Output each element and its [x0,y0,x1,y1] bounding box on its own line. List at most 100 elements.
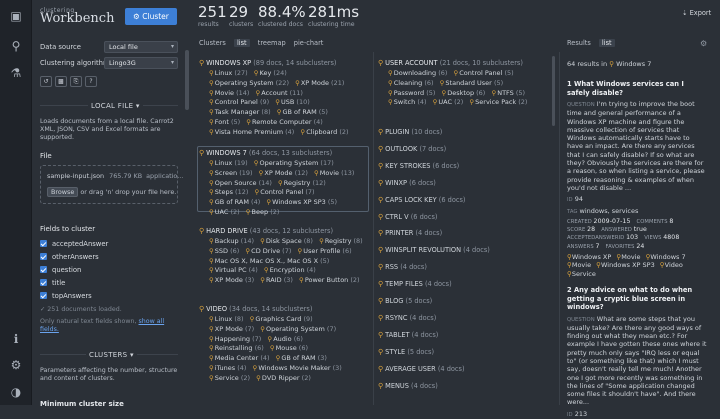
subcluster-item[interactable]: ⚲Linux (8) [209,315,244,323]
subcluster-item[interactable]: ⚲Beep (2) [246,208,280,216]
result-title[interactable]: 1 What Windows services can I safely dis… [567,80,707,97]
cluster-item[interactable]: ⚲ AVERAGE USER (4 docs) [378,364,465,374]
subcluster-item[interactable]: ⚲Service Pack (2) [469,98,527,106]
copy-icon[interactable]: ⎘ [70,76,82,87]
subcluster-item[interactable]: ⚲Power Button (2) [299,276,360,284]
clusters-heading[interactable]: CLUSTERS ▾ [86,351,137,359]
cluster-item[interactable]: ⚲ PRINTER (4 docs) [378,228,442,238]
subcluster-item[interactable]: ⚲UAC (2) [433,98,464,106]
subcluster-item[interactable]: ⚲Virtual PC (4) [209,266,258,274]
field-checkbox[interactable]: topAnswers [40,292,92,300]
result-cluster-tag[interactable]: ⚲Windows XP [567,253,611,261]
subcluster-item[interactable]: ⚲Mouse (6) [270,344,308,352]
subcluster-item[interactable]: ⚲GB of RAM (4) [209,198,260,206]
subcluster-item[interactable]: ⚲Windows Movie Maker (3) [253,364,342,372]
subcluster-item[interactable]: ⚲Reinstalling (6) [209,344,264,352]
subcluster-item[interactable]: ⚲Clipboard (2) [300,128,348,136]
subcluster-item[interactable]: ⚲Switch (4) [388,98,427,106]
subcluster-item[interactable]: ⚲Linux (27) [209,69,248,77]
left-scrollbar[interactable] [185,50,189,110]
result-cluster-tag[interactable]: ⚲Service [567,270,596,278]
subcluster-item[interactable]: ⚲Control Panel (9) [209,98,269,106]
save-icon[interactable]: ▩ [55,76,67,87]
file-dropzone[interactable]: sample-input.json 765.79 KB applicatio..… [40,165,183,204]
subcluster-item[interactable]: ⚲Task Manager (8) [209,108,271,116]
subcluster-item[interactable]: ⚲Registry (12) [278,179,326,187]
subcluster-item[interactable]: ⚲NTFS (5) [491,89,525,97]
flask-icon[interactable]: ⚗ [9,66,23,80]
subcluster-item[interactable]: ⚲XP Mode (21) [295,79,344,87]
subcluster-item[interactable]: ⚲Desktop (6) [442,89,486,97]
tab-pie-chart[interactable]: pie-chart [294,39,324,47]
subcluster-item[interactable]: ⚲DVD Ripper (2) [256,374,311,382]
subcluster-item[interactable]: ⚲Windows XP SP3 (5) [266,198,337,206]
subcluster-item[interactable]: ⚲User Profile (6) [297,247,351,255]
subcluster-item[interactable]: ⚲Movie (13) [314,169,354,177]
local-file-heading[interactable]: LOCAL FILE ▾ [88,102,143,110]
subcluster-item[interactable]: ⚲XP Mode (7) [209,325,254,333]
field-checkbox[interactable]: acceptedAnswer [40,240,108,248]
cluster-item[interactable]: ⚲ WINDOWS XP (89 docs, 14 subclusters) [199,58,367,68]
subcluster-item[interactable]: ⚲Happening (7) [209,335,261,343]
search-icon[interactable]: ⚲ [9,39,23,53]
cluster-item[interactable]: ⚲ HARD DRIVE (43 docs, 12 subclusters) [199,226,367,236]
subcluster-item[interactable]: ⚲Mac OS X, Mac OS X., Mac OS X (5) [209,257,329,265]
tab-treemap[interactable]: treemap [258,39,286,47]
theme-toggle-icon[interactable]: ◑ [9,385,23,399]
subcluster-item[interactable]: ⚲SSD (6) [209,247,239,255]
settings-icon[interactable]: ⚙ [700,39,707,48]
tab-results-list[interactable]: list [598,39,615,47]
cluster-item[interactable]: ⚲ BLOG (5 docs) [378,296,432,306]
subcluster-item[interactable]: ⚲Registry (8) [319,237,363,245]
cluster-item[interactable]: ⚲ TABLET (4 docs) [378,330,438,340]
subcluster-item[interactable]: ⚲Password (5) [388,89,435,97]
cluster-item[interactable]: ⚲ MENUS (4 docs) [378,381,438,391]
cluster-item[interactable]: ⚲ USER ACCOUNT (21 docs, 10 subclusters) [378,58,550,68]
algorithm-select[interactable]: Lingo3G [104,57,178,69]
subcluster-item[interactable]: ⚲Disk Space (8) [260,237,313,245]
cluster-item[interactable]: ⚲ STYLE (5 docs) [378,347,434,357]
subcluster-item[interactable]: ⚲Service (2) [209,374,250,382]
subcluster-item[interactable]: ⚲USB (10) [275,98,310,106]
subcluster-item[interactable]: ⚲Movie (14) [209,89,249,97]
subcluster-item[interactable]: ⚲CD Drive (7) [245,247,291,255]
reset-icon[interactable]: ↺ [40,76,52,87]
subcluster-item[interactable]: ⚲Open Source (14) [209,179,272,187]
field-checkbox[interactable]: otherAnswers [40,253,99,261]
help-icon[interactable]: ? [85,76,97,87]
subcluster-item[interactable]: ⚲Steps (12) [209,188,248,196]
subcluster-item[interactable]: ⚲Control Panel (7) [254,188,314,196]
result-cluster-tag[interactable]: ⚲Windows XP SP3 [596,261,655,269]
subcluster-item[interactable]: ⚲Backup (14) [209,237,254,245]
subcluster-item[interactable]: ⚲Key (24) [254,69,287,77]
subcluster-item[interactable]: ⚲Downloading (6) [388,69,447,77]
cluster-item[interactable]: ⚲ CTRL V (6 docs) [378,212,437,222]
settings-icon[interactable]: ⚙ [9,358,23,372]
result-document[interactable]: 1 What Windows services can I safely dis… [567,80,707,278]
subcluster-item[interactable]: ⚲Encryption (4) [264,266,316,274]
subcluster-item[interactable]: ⚲Media Center (4) [209,354,270,362]
subcluster-item[interactable]: ⚲Operating System (22) [209,79,289,87]
subcluster-item[interactable]: ⚲Linux (19) [209,159,248,167]
cluster-item[interactable]: ⚲ VIDEO (34 docs, 14 subclusters) [199,304,367,314]
cluster-item[interactable]: ⚲ RSYNC (4 docs) [378,313,436,323]
field-checkbox[interactable]: question [40,266,81,274]
cluster-item[interactable]: ⚲ OUTLOOK (7 docs) [378,144,446,154]
field-checkbox[interactable]: title [40,279,65,287]
result-cluster-tag[interactable]: ⚲Video [660,261,683,269]
cluster-item[interactable]: ⚲ CAPS LOCK KEY (6 docs) [378,195,466,205]
clusters-app-icon[interactable]: ▣ [9,9,23,23]
subcluster-item[interactable]: ⚲Account (11) [256,89,303,97]
subcluster-item[interactable]: ⚲iTunes (4) [209,364,246,372]
subcluster-item[interactable]: ⚲Remote Computer (4) [246,118,323,126]
cluster-item[interactable]: ⚲ WINSPLIT REVOLUTION (4 docs) [378,245,490,255]
subcluster-item[interactable]: ⚲Control Panel (5) [454,69,514,77]
cluster-item[interactable]: ⚲ KEY STROKES (6 docs) [378,161,459,171]
cluster-item[interactable]: ⚲ WINXP (6 docs) [378,178,436,188]
cluster-item[interactable]: ⚲ PLUGIN (10 docs) [378,127,442,137]
subcluster-item[interactable]: ⚲Vista Home Premium (4) [209,128,294,136]
result-cluster-tag[interactable]: ⚲Movie [567,261,591,269]
cluster-item[interactable]: ⚲ RSS (4 docs) [378,262,427,272]
subcluster-item[interactable]: ⚲GB of RAM (5) [277,108,328,116]
subcluster-item[interactable]: ⚲Operating System (17) [254,159,334,167]
